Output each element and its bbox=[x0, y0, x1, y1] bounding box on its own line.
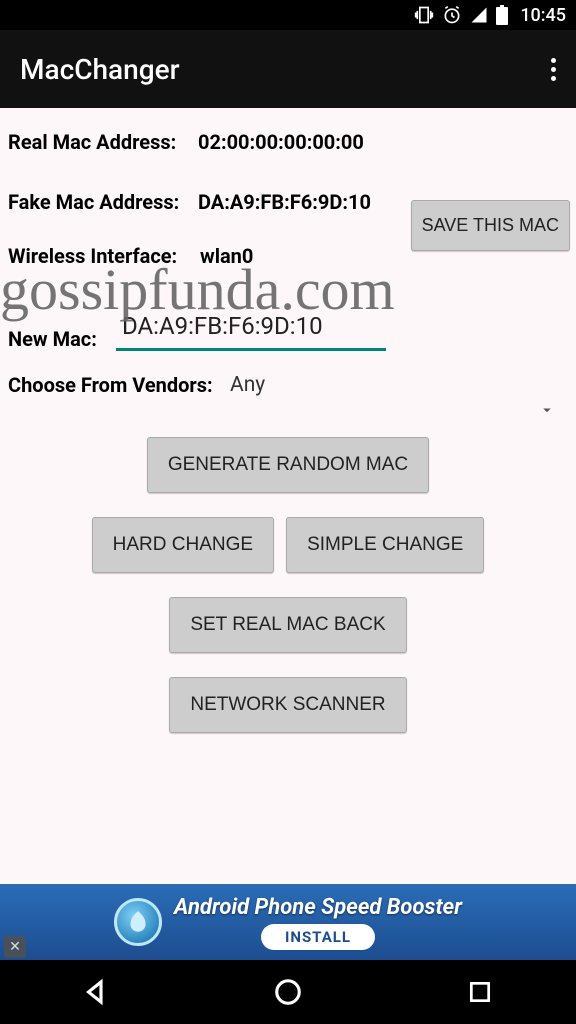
content-area: Real Mac Address: 02:00:00:00:00:00 Fake… bbox=[0, 108, 576, 884]
hard-change-button[interactable]: HARD CHANGE bbox=[92, 517, 274, 573]
real-mac-label: Real Mac Address: bbox=[8, 130, 198, 154]
network-scanner-button[interactable]: NETWORK SCANNER bbox=[169, 677, 406, 733]
ad-install-button[interactable]: INSTALL bbox=[261, 924, 375, 950]
vendor-value: Any bbox=[230, 373, 265, 397]
overflow-menu-icon[interactable] bbox=[551, 58, 556, 81]
vibrate-icon bbox=[414, 5, 434, 25]
status-bar: 10:45 bbox=[0, 0, 576, 30]
real-mac-value: 02:00:00:00:00:00 bbox=[198, 130, 364, 154]
ad-title: Android Phone Speed Booster bbox=[174, 895, 462, 920]
fake-mac-value: DA:A9:FB:F6:9D:10 bbox=[198, 190, 371, 214]
save-mac-button[interactable]: SAVE THIS MAC bbox=[411, 200, 570, 251]
battery-icon bbox=[496, 5, 508, 25]
vendor-label: Choose From Vendors: bbox=[8, 373, 230, 397]
set-real-mac-back-button[interactable]: SET REAL MAC BACK bbox=[169, 597, 406, 653]
signal-icon bbox=[470, 6, 488, 24]
ad-close-icon[interactable]: ✕ bbox=[4, 936, 26, 958]
screen: 10:45 MacChanger Real Mac Address: 02:00… bbox=[0, 0, 576, 1024]
nav-bar bbox=[0, 960, 576, 1024]
fake-mac-label: Fake Mac Address: bbox=[8, 190, 198, 214]
new-mac-label: New Mac: bbox=[8, 327, 116, 351]
nav-home-button[interactable] bbox=[243, 977, 333, 1007]
app-title: MacChanger bbox=[20, 53, 179, 86]
wireless-interface-label: Wireless Interface: bbox=[8, 244, 200, 268]
button-stack: GENERATE RANDOM MAC HARD CHANGE SIMPLE C… bbox=[8, 437, 568, 733]
change-button-row: HARD CHANGE SIMPLE CHANGE bbox=[92, 517, 485, 573]
wireless-interface-value: wlan0 bbox=[200, 244, 253, 268]
nav-back-button[interactable] bbox=[51, 977, 141, 1007]
ad-text-stack: Android Phone Speed Booster INSTALL bbox=[174, 895, 462, 950]
new-mac-input[interactable] bbox=[116, 308, 386, 351]
app-bar: MacChanger bbox=[0, 30, 576, 108]
status-time: 10:45 bbox=[520, 5, 566, 26]
real-mac-row: Real Mac Address: 02:00:00:00:00:00 bbox=[8, 130, 568, 154]
vendor-row[interactable]: Choose From Vendors: Any bbox=[8, 373, 568, 397]
simple-change-button[interactable]: SIMPLE CHANGE bbox=[286, 517, 484, 573]
chevron-down-icon[interactable] bbox=[538, 401, 556, 423]
new-mac-row: New Mac: bbox=[8, 308, 568, 351]
alarm-icon bbox=[442, 5, 462, 25]
ad-banner[interactable]: ✕ Android Phone Speed Booster INSTALL bbox=[0, 884, 576, 960]
generate-random-mac-button[interactable]: GENERATE RANDOM MAC bbox=[147, 437, 429, 493]
ad-app-icon bbox=[114, 898, 162, 946]
nav-recent-button[interactable] bbox=[435, 979, 525, 1005]
